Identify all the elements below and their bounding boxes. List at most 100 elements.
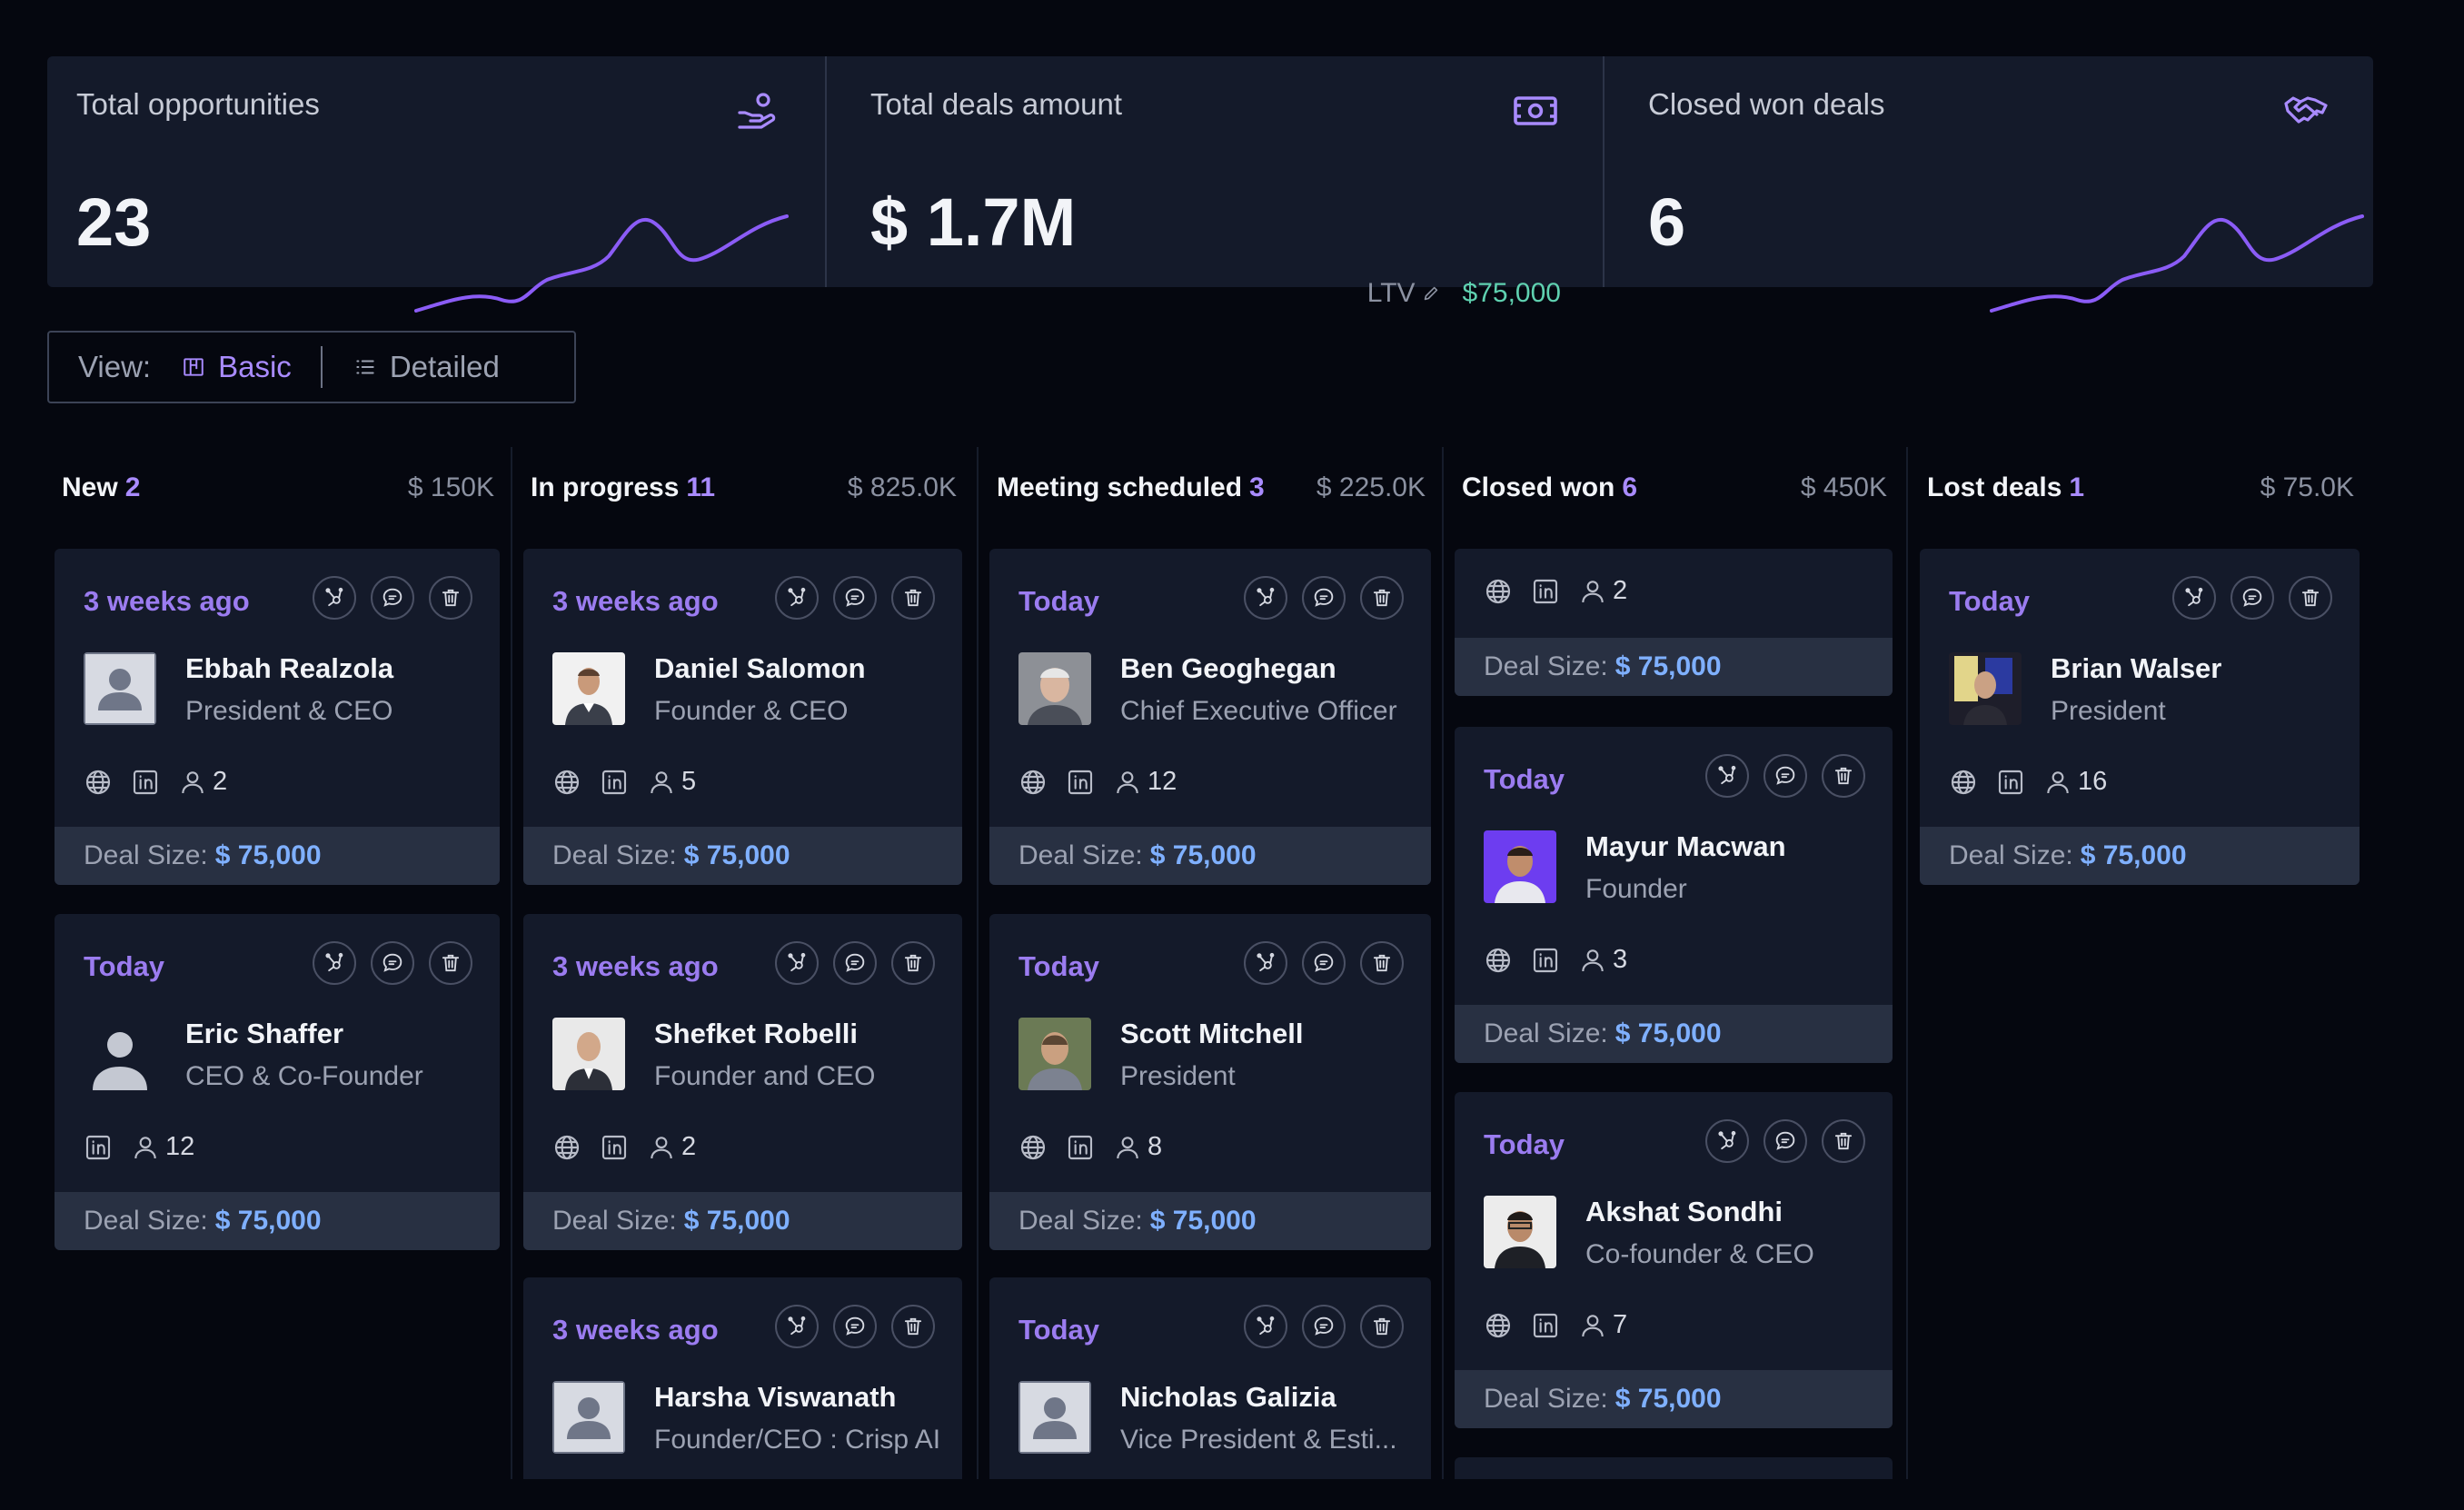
person-name[interactable]: Ebbah Realzola <box>185 652 393 685</box>
person-name[interactable]: Daniel Salomon <box>654 652 866 685</box>
linkedin-icon[interactable] <box>1531 577 1560 606</box>
globe-icon[interactable] <box>84 768 113 797</box>
delete-button[interactable] <box>429 941 472 985</box>
deal-card[interactable]: 3 weeks ago Harsha Viswanath Founder/CEO… <box>523 1277 962 1479</box>
delete-button[interactable] <box>1360 941 1404 985</box>
globe-icon[interactable] <box>1484 1311 1513 1340</box>
person-name[interactable]: Mayur Macwan <box>1585 830 1786 863</box>
globe-icon[interactable] <box>1949 768 1978 797</box>
view-detailed-button[interactable]: Detailed <box>353 350 500 384</box>
person-name[interactable]: Eric Shaffer <box>185 1018 343 1050</box>
message-button[interactable] <box>833 1305 877 1348</box>
hubspot-button[interactable] <box>2172 576 2216 620</box>
message-button[interactable] <box>1302 941 1346 985</box>
trash-icon <box>1831 763 1856 789</box>
globe-icon[interactable] <box>552 768 581 797</box>
person-name[interactable]: Nicholas Galizia <box>1120 1381 1336 1414</box>
linkedin-icon[interactable] <box>1996 768 2025 797</box>
linkedin-icon[interactable] <box>84 1133 113 1162</box>
deal-value: $ 75,000 <box>683 840 790 870</box>
person-name[interactable]: Scott Mitchell <box>1120 1018 1304 1050</box>
deal-card[interactable]: 3 weeks ago Shefket Robelli Founder and … <box>523 914 962 1250</box>
delete-button[interactable] <box>1822 754 1865 798</box>
person-name[interactable]: Ben Geoghegan <box>1120 652 1336 685</box>
message-button[interactable] <box>1302 1305 1346 1348</box>
deal-card[interactable]: Today Akshat Sondhi Co-founder & CEO 7 D… <box>1455 1092 1893 1428</box>
message-button[interactable] <box>1764 754 1807 798</box>
contact-count: 5 <box>681 767 697 796</box>
person-icon <box>1578 577 1607 606</box>
deal-card[interactable]: Today Brian Walser President 16 Deal Siz… <box>1920 549 2360 885</box>
linkedin-icon[interactable] <box>1066 1133 1095 1162</box>
deal-card[interactable]: Today Scott Mitchell President 8 Deal Si… <box>989 914 1431 1250</box>
message-button[interactable] <box>2231 576 2274 620</box>
linkedin-icon[interactable] <box>1531 946 1560 975</box>
card-actions <box>775 576 935 620</box>
hubspot-button[interactable] <box>1244 941 1287 985</box>
message-button[interactable] <box>1302 576 1346 620</box>
globe-icon[interactable] <box>1484 946 1513 975</box>
ltv-label: LTV <box>1366 278 1416 308</box>
deal-card[interactable]: 3 weeks ago Daniel Salomon Founder & CEO… <box>523 549 962 885</box>
person-name[interactable]: Brian Walser <box>2051 652 2221 685</box>
hubspot-button[interactable] <box>1705 1119 1749 1163</box>
deal-label: Deal Size: <box>1484 651 1608 681</box>
column-header: In progress 11 $ 825.0K <box>523 465 962 511</box>
message-button[interactable] <box>1764 1119 1807 1163</box>
delete-button[interactable] <box>891 941 935 985</box>
deal-card[interactable]: Today Ben Geoghegan Chief Executive Offi… <box>989 549 1431 885</box>
person-name[interactable]: Shefket Robelli <box>654 1018 858 1050</box>
hubspot-button[interactable] <box>1244 576 1287 620</box>
person-name[interactable]: Harsha Viswanath <box>654 1381 896 1414</box>
delete-button[interactable] <box>1360 1305 1404 1348</box>
globe-icon[interactable] <box>1018 1133 1048 1162</box>
deal-card[interactable]: Today Eric Shaffer CEO & Co-Founder 12 D… <box>55 914 500 1250</box>
deal-card[interactable] <box>1455 1457 1893 1479</box>
edit-icon[interactable] <box>1421 283 1441 303</box>
ltv-value: $75,000 <box>1462 278 1561 308</box>
deal-card[interactable]: 3 weeks ago Ebbah Realzola President & C… <box>55 549 500 885</box>
contact-count: 2 <box>213 767 228 796</box>
linkedin-icon[interactable] <box>1066 768 1095 797</box>
message-button[interactable] <box>833 576 877 620</box>
view-separator <box>320 346 323 388</box>
card-time: Today <box>1018 1314 1099 1346</box>
column-header: Lost deals 1 $ 75.0K <box>1920 465 2360 511</box>
view-basic-button[interactable]: Basic <box>182 350 292 384</box>
message-button[interactable] <box>371 576 414 620</box>
stats-bar: Total opportunities 23 Total deals amoun… <box>47 56 2373 313</box>
chat-icon <box>1311 585 1336 611</box>
hubspot-button[interactable] <box>313 576 356 620</box>
delete-button[interactable] <box>2289 576 2332 620</box>
deal-card[interactable]: 2 Deal Size: $ 75,000 <box>1455 549 1893 696</box>
deal-card[interactable]: Today Mayur Macwan Founder 3 Deal Size: $… <box>1455 727 1893 1063</box>
hubspot-button[interactable] <box>1244 1305 1287 1348</box>
delete-button[interactable] <box>891 576 935 620</box>
chat-icon <box>1311 1314 1336 1339</box>
hubspot-button[interactable] <box>775 576 819 620</box>
hubspot-button[interactable] <box>1705 754 1749 798</box>
delete-button[interactable] <box>1822 1119 1865 1163</box>
delete-button[interactable] <box>891 1305 935 1348</box>
avatar <box>552 1381 625 1454</box>
message-button[interactable] <box>833 941 877 985</box>
hubspot-button[interactable] <box>313 941 356 985</box>
deal-card[interactable]: Today Nicholas Galizia Vice President & … <box>989 1277 1431 1479</box>
linkedin-icon[interactable] <box>131 768 160 797</box>
globe-icon[interactable] <box>1018 768 1048 797</box>
stat-closed-won: Closed won deals 6 <box>1603 56 2373 313</box>
hubspot-button[interactable] <box>775 1305 819 1348</box>
delete-button[interactable] <box>429 576 472 620</box>
column-header: New 2 $ 150K <box>55 465 500 511</box>
linkedin-icon[interactable] <box>600 768 629 797</box>
globe-icon[interactable] <box>1484 577 1513 606</box>
delete-button[interactable] <box>1360 576 1404 620</box>
card-time: Today <box>1018 950 1099 982</box>
linkedin-icon[interactable] <box>600 1133 629 1162</box>
message-button[interactable] <box>371 941 414 985</box>
hubspot-button[interactable] <box>775 941 819 985</box>
view-toggle: View: Basic Detailed <box>47 331 576 403</box>
person-name[interactable]: Akshat Sondhi <box>1585 1196 1783 1228</box>
globe-icon[interactable] <box>552 1133 581 1162</box>
linkedin-icon[interactable] <box>1531 1311 1560 1340</box>
